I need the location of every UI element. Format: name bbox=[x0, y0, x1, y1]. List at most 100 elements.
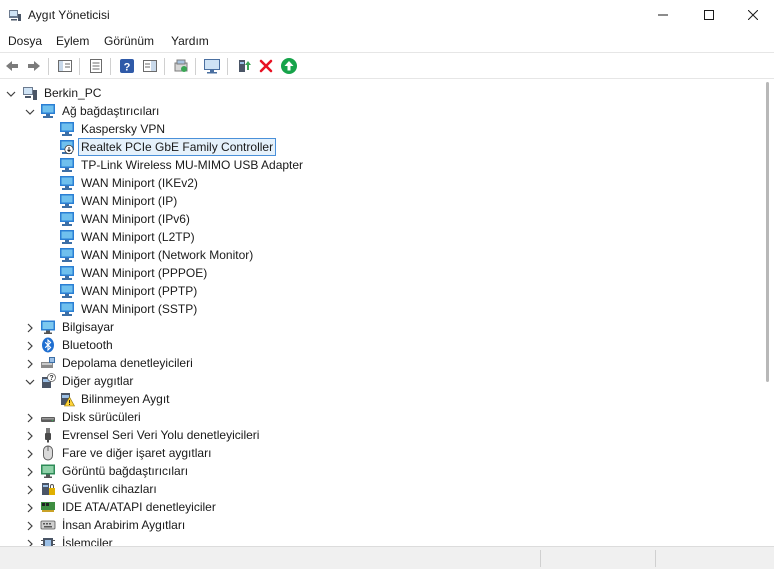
network-adapter-icon bbox=[60, 122, 74, 136]
scrollbar-thumb[interactable] bbox=[766, 82, 769, 382]
network-adapter-icon bbox=[60, 302, 74, 316]
toolbar: ? bbox=[0, 52, 774, 79]
category-network-adapters[interactable]: Ağ bağdaştırıcıları bbox=[40, 102, 161, 120]
toolbar-separator bbox=[48, 58, 49, 75]
device-label: WAN Miniport (PPTP) bbox=[81, 284, 198, 298]
device-item[interactable]: WAN Miniport (IPv6) bbox=[59, 210, 192, 228]
security-device-icon bbox=[42, 483, 55, 495]
tree-root[interactable]: Berkin_PC bbox=[22, 84, 103, 102]
device-tree[interactable]: Berkin_PC Ağ bağdaştırıcıları Kaspersky … bbox=[0, 80, 762, 546]
disk-drive-icon bbox=[41, 417, 55, 422]
category-label: Evrensel Seri Veri Yolu denetleyicileri bbox=[62, 428, 260, 442]
chevron-right-icon[interactable] bbox=[25, 323, 35, 333]
network-adapter-icon bbox=[60, 158, 74, 172]
monitor-icon bbox=[41, 320, 55, 334]
storage-controller-icon bbox=[41, 357, 55, 368]
status-bar bbox=[0, 546, 774, 569]
properties-button[interactable] bbox=[86, 56, 106, 76]
device-label: WAN Miniport (L2TP) bbox=[81, 230, 195, 244]
device-item[interactable]: WAN Miniport (IP) bbox=[59, 192, 179, 210]
chevron-right-icon[interactable] bbox=[25, 539, 35, 546]
minimize-button[interactable] bbox=[640, 0, 686, 30]
category-storage-controllers[interactable]: Depolama denetleyicileri bbox=[40, 354, 195, 372]
device-label: WAN Miniport (IP) bbox=[81, 194, 178, 208]
back-button[interactable] bbox=[2, 56, 22, 76]
uninstall-device-button[interactable] bbox=[256, 56, 276, 76]
action-pane-button[interactable] bbox=[140, 56, 160, 76]
category-other-devices[interactable]: ? Diğer aygıtlar bbox=[40, 372, 135, 390]
warning-device-icon bbox=[61, 393, 75, 407]
category-computer[interactable]: Bilgisayar bbox=[40, 318, 116, 336]
maximize-button[interactable] bbox=[686, 0, 732, 30]
network-adapter-icon bbox=[60, 266, 74, 280]
title-bar: Aygıt Yöneticisi bbox=[0, 0, 774, 30]
menu-gorunum[interactable]: Görünüm bbox=[104, 34, 154, 48]
chevron-right-icon[interactable] bbox=[25, 503, 35, 513]
device-label: WAN Miniport (IKEv2) bbox=[81, 176, 198, 190]
chevron-down-icon[interactable] bbox=[25, 377, 35, 387]
update-driver-icon bbox=[174, 59, 188, 72]
toolbar-separator bbox=[227, 58, 228, 75]
chevron-right-icon[interactable] bbox=[25, 467, 35, 477]
chevron-right-icon[interactable] bbox=[25, 359, 35, 369]
category-label: Ağ bağdaştırıcıları bbox=[62, 104, 160, 118]
device-item[interactable]: WAN Miniport (SSTP) bbox=[59, 300, 199, 318]
show-hide-tree-button[interactable] bbox=[55, 56, 75, 76]
display-adapter-icon bbox=[41, 464, 55, 478]
menu-dosya[interactable]: Dosya bbox=[8, 34, 42, 48]
tree-root-label: Berkin_PC bbox=[44, 86, 102, 100]
device-item[interactable]: Bilinmeyen Aygıt bbox=[59, 390, 172, 408]
chevron-down-icon[interactable] bbox=[25, 107, 35, 117]
chevron-right-icon[interactable] bbox=[25, 449, 35, 459]
category-hid[interactable]: İnsan Arabirim Aygıtları bbox=[40, 516, 187, 534]
vertical-scrollbar[interactable] bbox=[762, 80, 774, 546]
mouse-icon bbox=[43, 445, 53, 461]
toolbar-separator bbox=[195, 58, 196, 75]
enable-device-button[interactable] bbox=[279, 56, 299, 76]
category-ide-controllers[interactable]: IDE ATA/ATAPI denetleyiciler bbox=[40, 498, 218, 516]
chevron-right-icon[interactable] bbox=[25, 413, 35, 423]
svg-text:?: ? bbox=[49, 375, 53, 382]
network-adapter-icon bbox=[60, 248, 74, 262]
action-pane-icon bbox=[143, 60, 157, 72]
chevron-right-icon[interactable] bbox=[25, 431, 35, 441]
usb-icon bbox=[45, 428, 51, 443]
add-legacy-button[interactable] bbox=[234, 56, 254, 76]
category-display-adapters[interactable]: Görüntü bağdaştırıcıları bbox=[40, 462, 190, 480]
device-item[interactable]: Kaspersky VPN bbox=[59, 120, 167, 138]
toolbar-separator bbox=[110, 58, 111, 75]
chevron-right-icon[interactable] bbox=[25, 485, 35, 495]
device-item[interactable]: WAN Miniport (Network Monitor) bbox=[59, 246, 255, 264]
window-title: Aygıt Yöneticisi bbox=[28, 8, 110, 22]
scan-hardware-button[interactable] bbox=[202, 56, 222, 76]
menu-eylem[interactable]: Eylem bbox=[56, 34, 89, 48]
chevron-down-icon[interactable] bbox=[6, 89, 16, 99]
category-usb-controllers[interactable]: Evrensel Seri Veri Yolu denetleyicileri bbox=[40, 426, 261, 444]
chevron-right-icon[interactable] bbox=[25, 521, 35, 531]
toolbar-separator bbox=[164, 58, 165, 75]
device-item[interactable]: WAN Miniport (L2TP) bbox=[59, 228, 197, 246]
device-item-selected[interactable]: Realtek PCIe GbE Family Controller bbox=[59, 138, 277, 156]
menu-yardim[interactable]: Yardım bbox=[171, 34, 209, 48]
device-item[interactable]: WAN Miniport (IKEv2) bbox=[59, 174, 200, 192]
help-button[interactable]: ? bbox=[117, 56, 137, 76]
close-button[interactable] bbox=[732, 0, 774, 30]
category-processors[interactable]: İşlemciler bbox=[40, 534, 115, 546]
category-label: IDE ATA/ATAPI denetleyiciler bbox=[62, 500, 216, 514]
forward-button[interactable] bbox=[24, 56, 44, 76]
device-label: WAN Miniport (PPPOE) bbox=[81, 266, 208, 280]
network-adapter-icon bbox=[60, 176, 74, 190]
category-bluetooth[interactable]: Bluetooth bbox=[40, 336, 115, 354]
device-item[interactable]: WAN Miniport (PPTP) bbox=[59, 282, 199, 300]
back-icon bbox=[6, 61, 18, 71]
show-hide-tree-icon bbox=[58, 60, 72, 72]
category-mice[interactable]: Fare ve diğer işaret aygıtları bbox=[40, 444, 213, 462]
category-disk-drives[interactable]: Disk sürücüleri bbox=[40, 408, 143, 426]
chevron-right-icon[interactable] bbox=[25, 341, 35, 351]
category-security-devices[interactable]: Güvenlik cihazları bbox=[40, 480, 159, 498]
category-label: Bluetooth bbox=[62, 338, 113, 352]
device-item[interactable]: WAN Miniport (PPPOE) bbox=[59, 264, 209, 282]
device-label: WAN Miniport (SSTP) bbox=[81, 302, 198, 316]
update-driver-button[interactable] bbox=[171, 56, 191, 76]
device-item[interactable]: TP-Link Wireless MU-MIMO USB Adapter bbox=[59, 156, 305, 174]
